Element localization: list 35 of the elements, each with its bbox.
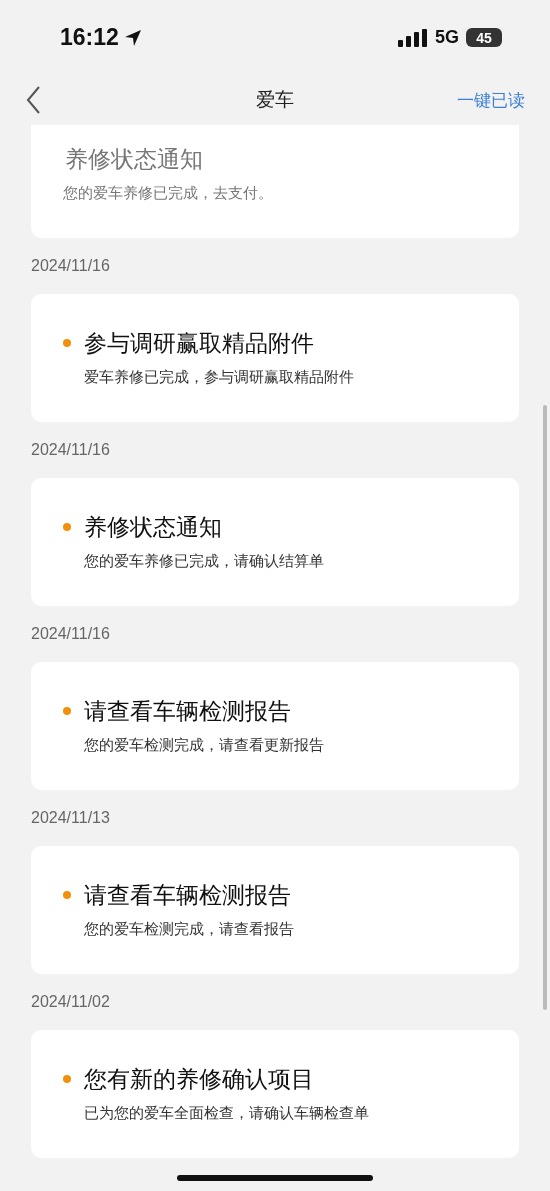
- message-card[interactable]: 请查看车辆检测报告 您的爱车检测完成，请查看报告: [31, 846, 519, 974]
- unread-dot: [63, 523, 71, 531]
- date-label: 2024/11/16: [31, 440, 111, 460]
- network-label: 5G: [435, 27, 459, 48]
- clock-time: 16:12: [60, 24, 119, 51]
- date-label: 2024/11/16: [31, 256, 111, 276]
- message-title: 养修状态通知: [65, 144, 203, 174]
- unread-dot: [63, 891, 71, 899]
- date-label: 2024/11/16: [31, 624, 111, 644]
- message-title: 养修状态通知: [84, 512, 222, 542]
- message-text: 爱车养修已完成，参与调研赢取精品附件: [83, 368, 355, 387]
- unread-dot: [63, 1075, 71, 1083]
- unread-dot: [63, 339, 71, 347]
- message-text: 您的爱车检测完成，请查看报告: [83, 920, 295, 939]
- message-text: 您的爱车检测完成，请查看更新报告: [83, 736, 325, 755]
- signal-icon: [398, 28, 428, 47]
- back-icon[interactable]: [26, 85, 42, 115]
- message-title: 请查看车辆检测报告: [84, 696, 291, 726]
- message-card[interactable]: 养修状态通知 您的爱车养修已完成，请确认结算单: [31, 478, 519, 606]
- page-title: 爱车: [256, 87, 294, 112]
- unread-dot: [63, 707, 71, 715]
- message-card[interactable]: 请查看车辆检测报告 您的爱车检测完成，请查看更新报告: [31, 662, 519, 790]
- message-title: 您有新的养修确认项目: [84, 1064, 314, 1094]
- date-label: 2024/11/02: [31, 992, 111, 1012]
- date-label: 2024/11/13: [31, 808, 111, 828]
- message-text: 已为您的爱车全面检查，请确认车辆检查单: [83, 1104, 370, 1123]
- message-card[interactable]: 参与调研赢取精品附件 爱车养修已完成，参与调研赢取精品附件: [31, 294, 519, 422]
- message-title: 参与调研赢取精品附件: [84, 328, 314, 358]
- message-text: 您的爱车养修已完成，请确认结算单: [83, 552, 325, 571]
- message-card[interactable]: 养修状态通知 您的爱车养修已完成，去支付。: [31, 125, 519, 238]
- message-text: 您的爱车养修已完成，去支付。: [63, 184, 274, 203]
- mark-all-read-link[interactable]: 一键已读: [457, 88, 525, 112]
- battery-icon: 45: [466, 28, 502, 47]
- message-title: 请查看车辆检测报告: [84, 880, 291, 910]
- message-card[interactable]: 您有新的养修确认项目 已为您的爱车全面检查，请确认车辆检查单: [31, 1030, 519, 1158]
